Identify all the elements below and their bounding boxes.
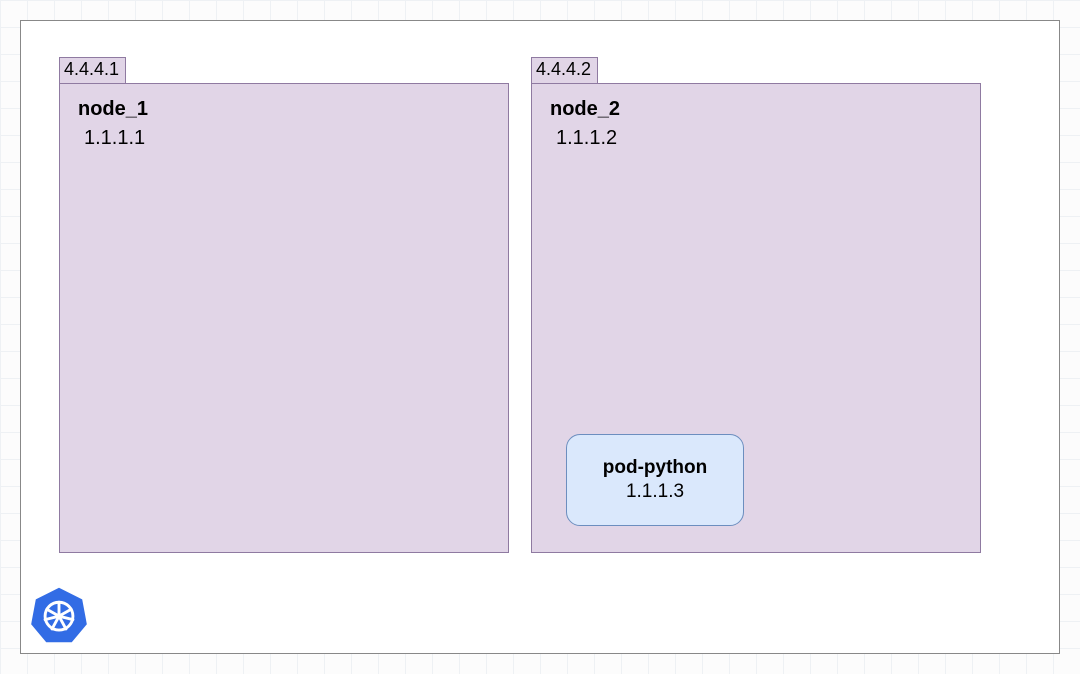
node-2-external-ip-badge[interactable]: 4.4.4.2 [531, 57, 598, 84]
node-1-box[interactable]: node_1 1.1.1.1 [59, 83, 509, 553]
cluster-frame[interactable]: 4.4.4.1 node_1 1.1.1.1 4.4.4.2 node_2 1.… [20, 20, 1060, 654]
pod-python-box[interactable]: pod-python 1.1.1.3 [566, 434, 744, 526]
node-2-internal-ip: 1.1.1.2 [556, 127, 962, 150]
node-1-external-ip-badge[interactable]: 4.4.4.1 [59, 57, 126, 84]
node-1-external-ip: 4.4.4.1 [64, 59, 119, 79]
node-2-name: node_2 [550, 98, 962, 121]
node-2-box[interactable]: node_2 1.1.1.2 pod-python 1.1.1.3 [531, 83, 981, 553]
kubernetes-icon [30, 586, 88, 644]
node-1-name: node_1 [78, 98, 490, 121]
pod-python-ip: 1.1.1.3 [626, 480, 684, 504]
node-1-internal-ip: 1.1.1.1 [84, 127, 490, 150]
node-2-external-ip: 4.4.4.2 [536, 59, 591, 79]
pod-python-name: pod-python [603, 456, 707, 480]
